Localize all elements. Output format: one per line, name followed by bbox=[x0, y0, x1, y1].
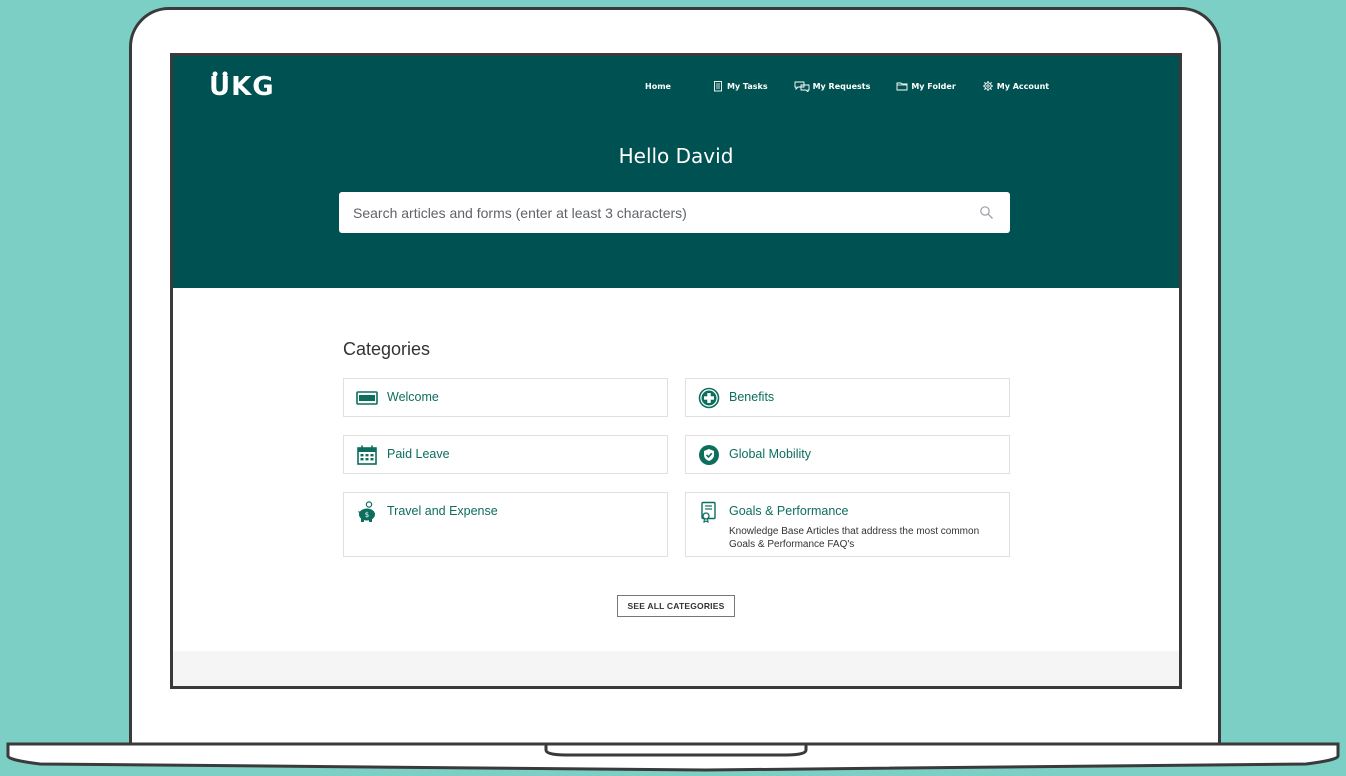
categories-heading: Categories bbox=[343, 339, 431, 359]
search-icon[interactable] bbox=[979, 205, 994, 220]
hero-banner: UKG Home My Tasks My Requests My Folder … bbox=[173, 56, 1179, 288]
shield-check-icon bbox=[699, 445, 719, 465]
category-card-travel-expense[interactable]: $ Travel and Expense bbox=[343, 492, 668, 557]
nav-my-folder-label: My Folder bbox=[911, 81, 956, 91]
category-label: Travel and Expense bbox=[387, 504, 498, 518]
nav-my-requests-label: My Requests bbox=[812, 81, 871, 91]
nav-my-account-label: My Account bbox=[996, 81, 1050, 91]
nav-my-requests[interactable]: My Requests bbox=[786, 77, 879, 95]
chat-icon bbox=[794, 81, 810, 92]
nav-my-tasks-label: My Tasks bbox=[726, 81, 768, 91]
certificate-icon bbox=[701, 501, 716, 523]
category-label: Welcome bbox=[387, 390, 439, 404]
nav-home-label: Home bbox=[645, 81, 671, 91]
clipboard-icon bbox=[714, 81, 722, 92]
folder-icon bbox=[896, 82, 908, 91]
search-input[interactable] bbox=[339, 192, 1010, 233]
category-label: Paid Leave bbox=[387, 447, 450, 461]
ukg-logo[interactable]: UKG bbox=[209, 71, 275, 102]
category-card-benefits[interactable]: Benefits bbox=[685, 378, 1010, 417]
category-label: Goals & Performance bbox=[729, 504, 849, 518]
card-icon bbox=[356, 391, 378, 405]
see-all-categories-button[interactable]: SEE ALL CATEGORIES bbox=[617, 595, 735, 617]
top-nav: Home My Tasks My Requests My Folder My A… bbox=[637, 77, 1067, 95]
category-card-goals-performance[interactable]: Goals & Performance Knowledge Base Artic… bbox=[685, 492, 1010, 557]
category-card-paid-leave[interactable]: Paid Leave bbox=[343, 435, 668, 474]
category-card-global-mobility[interactable]: Global Mobility bbox=[685, 435, 1010, 474]
logo-dots bbox=[212, 71, 228, 77]
nav-my-folder[interactable]: My Folder bbox=[888, 77, 963, 95]
piggy-bank-icon: $ bbox=[358, 501, 375, 522]
nav-my-tasks[interactable]: My Tasks bbox=[704, 77, 776, 95]
category-label: Benefits bbox=[729, 390, 775, 404]
category-card-welcome[interactable]: Welcome bbox=[343, 378, 668, 417]
category-description: Knowledge Base Articles that address the… bbox=[729, 526, 980, 550]
category-label: Global Mobility bbox=[729, 447, 811, 461]
footer-area bbox=[173, 651, 1179, 686]
gear-icon bbox=[982, 81, 993, 91]
nav-my-account[interactable]: My Account bbox=[974, 77, 1057, 95]
calendar-icon bbox=[357, 445, 377, 465]
nav-home[interactable]: Home bbox=[637, 77, 679, 95]
laptop-base bbox=[6, 742, 1340, 772]
greeting-heading: Hello David bbox=[618, 144, 734, 168]
svg-text:$: $ bbox=[365, 511, 369, 519]
screen: UKG Home My Tasks My Requests My Folder … bbox=[170, 53, 1182, 689]
medical-cross-icon bbox=[698, 387, 720, 409]
